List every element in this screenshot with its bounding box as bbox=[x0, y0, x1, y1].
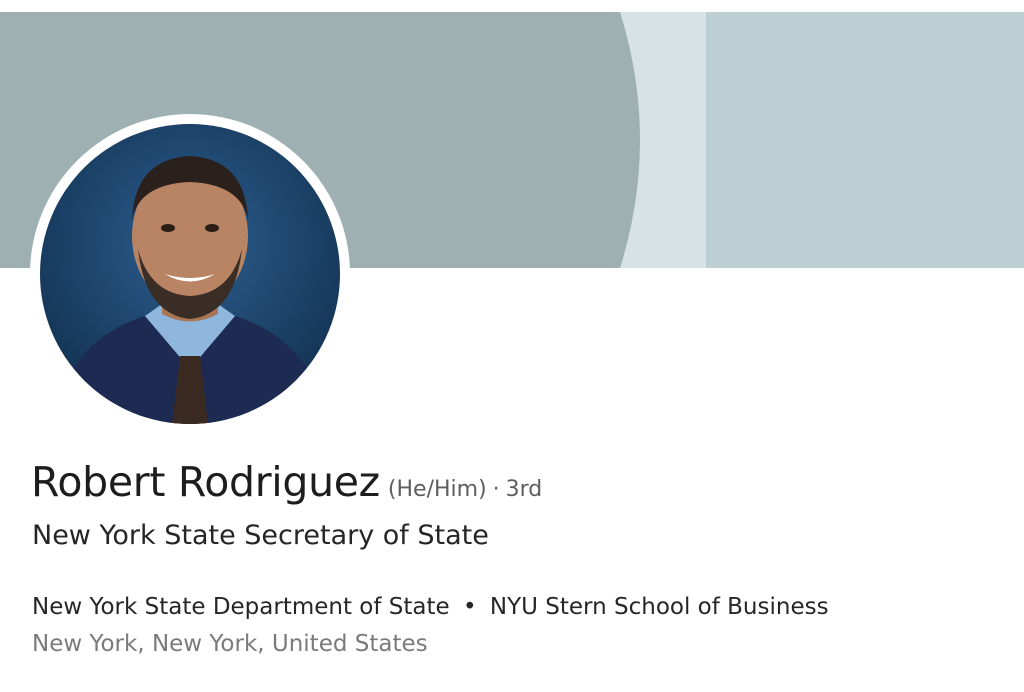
profile-photo-icon bbox=[40, 124, 340, 424]
pronouns: (He/Him) bbox=[387, 477, 487, 502]
name-row: Robert Rodriguez (He/Him) · 3rd bbox=[31, 458, 542, 506]
top-strip bbox=[0, 0, 1024, 12]
separator-dot: · bbox=[492, 477, 500, 502]
profile-card: Robert Rodriguez (He/Him) · 3rd New York… bbox=[0, 0, 1024, 692]
organizations-line: New York State Department of State • NYU… bbox=[32, 594, 829, 620]
organization-primary-link[interactable]: New York State Department of State bbox=[32, 594, 450, 620]
profile-location: New York, New York, United States bbox=[32, 631, 428, 657]
connection-degree: 3rd bbox=[505, 477, 543, 502]
profile-headline: New York State Secretary of State bbox=[32, 520, 489, 551]
profile-name: Robert Rodriguez bbox=[31, 458, 380, 506]
avatar[interactable] bbox=[40, 124, 340, 424]
bullet-separator: • bbox=[463, 594, 477, 620]
organization-secondary-link[interactable]: NYU Stern School of Business bbox=[490, 594, 829, 620]
